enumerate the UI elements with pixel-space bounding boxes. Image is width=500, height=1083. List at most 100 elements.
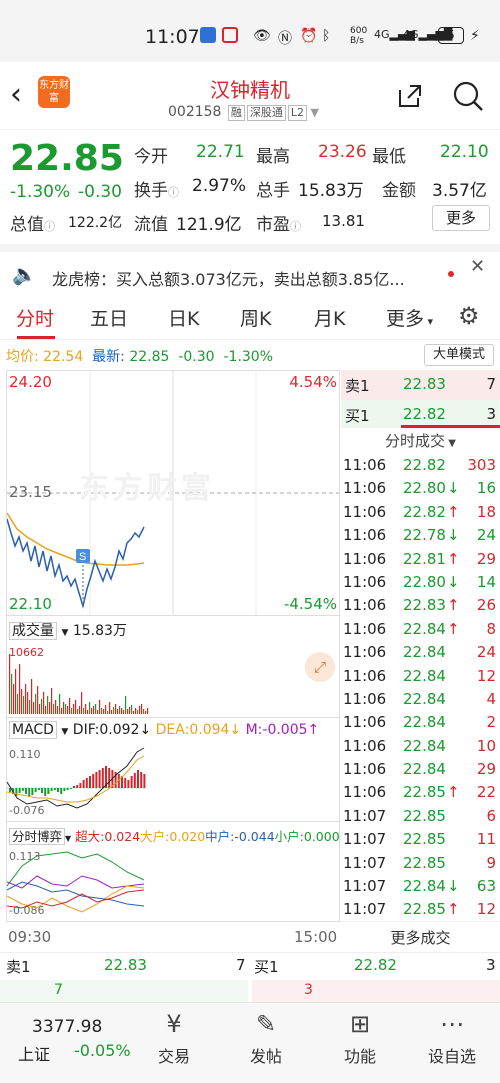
low-label: 最低 — [372, 147, 406, 167]
pe-label: 市盈ⓘ — [256, 215, 301, 235]
battery-icon: 5 — [438, 27, 464, 44]
volume-label: 总手 — [256, 181, 290, 201]
tab-more[interactable]: 更多 ▾ — [386, 304, 433, 331]
volume-bar — [139, 706, 141, 714]
alarm-icon: ⏰ — [300, 28, 318, 44]
volume-bar — [103, 709, 105, 714]
more-ticks-button[interactable]: 更多成交 — [341, 921, 500, 953]
macd-bar — [82, 780, 85, 788]
charging-icon: ⚡ — [470, 28, 480, 44]
bottom-pct-label: -4.54% — [283, 595, 337, 613]
volume-bar — [31, 679, 33, 714]
price-line — [7, 518, 145, 609]
volume-bar — [91, 708, 93, 714]
volume-panel[interactable]: 成交量 ▼ 15.83万 10662 ⤢ — [6, 616, 340, 718]
tick-volume: 4 — [486, 689, 496, 708]
tick-price: 22.82 — [403, 456, 446, 474]
tick-time: 11:07 — [343, 900, 387, 919]
volume-bar — [47, 696, 49, 714]
tick-volume: 24 — [476, 526, 496, 545]
macd-bar — [143, 774, 146, 788]
share-icon[interactable] — [396, 82, 424, 110]
notice-bar[interactable]: 🔈 龙虎榜：买入总额3.073亿元，卖出总额3.85亿... ✕ — [0, 244, 500, 296]
macd-bar — [41, 788, 43, 793]
tick-volume: 14 — [476, 572, 496, 591]
game-header[interactable]: 分时博弈 ▼ 超大:0.024大户:0.020中户:-0.044小户:0.000 — [9, 826, 340, 845]
ticks-list: 11:06 22.82 303 11:06 22.80 ↓ 16 11:06 22.82 ↑ 18 1… — [341, 454, 500, 922]
turnover-label: 换手ⓘ — [134, 181, 179, 201]
mktcap-label: 总值ⓘ — [10, 215, 55, 235]
macd-header[interactable]: MACD ▼ DIF:0.092↓ DEA:0.094↓ M:-0.005↑ — [9, 721, 319, 739]
macd-bar — [89, 776, 91, 788]
time-start: 09:30 — [8, 928, 52, 946]
volume-bar — [141, 704, 143, 714]
game-panel[interactable]: 分时博弈 ▼ 超大:0.024大户:0.020中户:-0.044小户:0.000 … — [6, 822, 340, 922]
expand-icon[interactable]: ⤢ — [305, 652, 335, 682]
volume-bar — [63, 702, 65, 714]
volume-bar — [43, 692, 45, 714]
bottom-nav: 3377.98 上证 -0.05% ¥ 交易 ✎ 发帖 ⊞ 功能 ⋯ 设自选 — [0, 1002, 500, 1083]
volume-value: 15.83万 — [298, 181, 364, 201]
ticks-title[interactable]: 分时成交 ▼ — [341, 430, 500, 451]
index-value[interactable]: 3377.98 — [32, 1017, 102, 1037]
tick-row: 11:06 22.83 ↑ 26 — [341, 594, 500, 617]
price-chart[interactable]: S 东方财富 24.20 4.54% 23.15 22.10 -4.54% — [6, 370, 340, 616]
macd-bar — [60, 788, 63, 794]
tab-intraday[interactable]: 分时 — [16, 304, 54, 331]
macd-bar — [44, 788, 47, 796]
tab-daily-k[interactable]: 日K — [168, 304, 199, 331]
macd-bar — [137, 770, 139, 788]
tick-time: 11:06 — [343, 456, 387, 474]
volume-bar — [109, 702, 111, 714]
search-icon[interactable] — [452, 80, 484, 112]
tab-weekly-k[interactable]: 周K — [240, 304, 271, 331]
volume-bar — [105, 705, 107, 714]
nav-post[interactable]: ✎ 发帖 — [226, 1003, 306, 1067]
nav-trade[interactable]: ¥ 交易 — [134, 1003, 214, 1067]
macd-bar — [34, 788, 37, 792]
tick-arrow: ↑ — [447, 900, 460, 919]
index-pct[interactable]: -0.05% — [74, 1041, 131, 1060]
high-label: 最高 — [256, 147, 290, 167]
stock-code-row[interactable]: 002158 融深股通 L2 ▼ — [168, 104, 319, 121]
volume-bar — [59, 694, 61, 714]
status-time: 11:07 — [145, 26, 200, 48]
tick-volume: 26 — [476, 596, 496, 615]
volume-bar — [33, 702, 35, 714]
tick-price: 22.83 — [403, 596, 446, 615]
bid1-label: 买1 — [345, 407, 370, 425]
tick-row: 11:06 22.84 ↑ 8 — [341, 618, 500, 641]
tab-monthly-k[interactable]: 月K — [314, 304, 345, 331]
tick-time: 11:06 — [343, 619, 387, 638]
bottom-bid-volume: 3 — [486, 956, 496, 974]
bottom-ask-volume: 7 — [236, 956, 246, 974]
tick-row: 11:07 22.85 9 — [341, 852, 500, 875]
tab-5day[interactable]: 五日 — [90, 304, 128, 331]
nfc-icon: Ⓝ — [278, 31, 292, 47]
big-order-mode-button[interactable]: 大单模式 — [424, 344, 494, 366]
tick-volume: 6 — [486, 806, 496, 825]
tick-volume: 29 — [476, 549, 496, 568]
volume-bar — [129, 707, 131, 714]
macd-bar — [25, 788, 27, 794]
turnover-value: 2.97% — [192, 176, 247, 196]
gear-icon[interactable]: ⚙ — [458, 302, 480, 330]
tick-arrow: ↑ — [447, 596, 460, 615]
macd-panel[interactable]: MACD ▼ DIF:0.092↓ DEA:0.094↓ M:-0.005↑ 0… — [6, 718, 340, 822]
volume-bar — [61, 708, 63, 714]
volume-bar — [119, 706, 121, 714]
tick-volume: 22 — [476, 783, 496, 802]
macd-bar — [66, 788, 69, 790]
top-price-label: 24.20 — [9, 373, 52, 391]
index-name[interactable]: 上证 — [18, 1041, 50, 1065]
app-notification-icon-2 — [222, 27, 238, 43]
more-quote-button[interactable]: 更多 — [432, 205, 490, 231]
notice-text: 龙虎榜：买入总额3.073亿元，卖出总额3.85亿... — [52, 270, 405, 289]
macd-bar — [15, 788, 18, 796]
close-icon[interactable]: ✕ — [470, 256, 485, 277]
macd-bar — [124, 778, 127, 788]
volume-indicator-selector[interactable]: 成交量 ▼ 15.83万 — [9, 620, 127, 640]
nav-functions[interactable]: ⊞ 功能 — [320, 1003, 400, 1067]
tick-arrow: ↓ — [447, 526, 460, 545]
nav-add-watchlist[interactable]: ⋯ 设自选 — [412, 1003, 492, 1067]
